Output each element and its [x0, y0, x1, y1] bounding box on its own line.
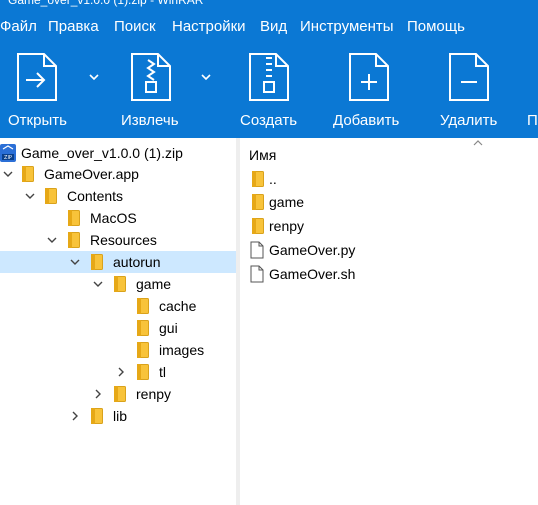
tree-item-label: Game_over_v1.0.0 (1).zip: [21, 145, 183, 161]
file-list[interactable]: Имя .. game renpy GameOver.py GameOver.s…: [240, 138, 538, 505]
folder-icon: [252, 171, 264, 187]
extract-dropdown-icon[interactable]: [200, 71, 212, 83]
file-icon: [250, 241, 264, 259]
open-label: Открыть: [8, 112, 67, 129]
toolbar: Открыть Извлечь Создать Добавить Удалить…: [0, 42, 538, 138]
tree-item-contents[interactable]: Contents: [0, 185, 236, 207]
tree-item-label: GameOver.app: [44, 166, 139, 182]
tree-item-lib[interactable]: lib: [0, 405, 236, 427]
tree-item-label: MacOS: [90, 210, 137, 226]
create-label: Создать: [240, 112, 298, 129]
menu-help[interactable]: Помощь: [407, 17, 465, 37]
folder-icon: [22, 166, 34, 182]
chevron-down-icon[interactable]: [2, 168, 14, 180]
open-archive-icon: [17, 53, 57, 101]
folder-icon: [68, 232, 80, 248]
tree-item-label: renpy: [136, 386, 172, 402]
sort-ascending-icon: [473, 140, 483, 146]
name-column-header[interactable]: Имя: [240, 138, 538, 168]
tree-item-label: cache: [159, 298, 197, 314]
tree-item-label: Resources: [90, 232, 157, 248]
menu-edit[interactable]: Правка: [48, 17, 99, 37]
tree-item-resources[interactable]: Resources: [0, 229, 236, 251]
menu-file[interactable]: Файл: [0, 17, 37, 37]
overflow-toolbar-label[interactable]: П: [527, 110, 538, 132]
list-item-label: ..: [269, 171, 277, 187]
delete-label: Удалить: [440, 112, 498, 129]
folder-icon: [137, 320, 149, 336]
extract-label: Извлечь: [121, 112, 179, 129]
list-item-game[interactable]: game: [240, 191, 538, 213]
folder-icon: [252, 194, 264, 210]
chevron-down-icon[interactable]: [92, 278, 104, 290]
folder-icon: [252, 218, 264, 234]
window-title: Game_over_v1.0.0 (1).zip - WinRAR: [8, 0, 204, 7]
folder-icon: [137, 342, 149, 358]
tree-item-label: images: [159, 342, 205, 358]
tree-item-renpy[interactable]: renpy: [0, 383, 236, 405]
list-item-label: GameOver.py: [269, 242, 356, 258]
svg-text:ZIP: ZIP: [4, 155, 12, 161]
tree-item-game[interactable]: game: [0, 273, 236, 295]
list-item-gameover-sh[interactable]: GameOver.sh: [240, 263, 538, 285]
extract-icon: [131, 53, 171, 101]
folder-icon: [137, 364, 149, 380]
folder-icon: [45, 188, 57, 204]
chevron-down-icon[interactable]: [46, 234, 58, 246]
menu-tools[interactable]: Инструменты: [300, 17, 394, 37]
add-file-icon: [349, 53, 389, 101]
tree-item-label: Contents: [67, 188, 124, 204]
folder-icon: [137, 298, 149, 314]
tree-item-label: gui: [159, 320, 178, 336]
tree-item-label: lib: [113, 408, 128, 424]
tree-item-autorun[interactable]: autorun: [0, 251, 236, 273]
tree-item-label: game: [136, 276, 172, 292]
chevron-down-icon[interactable]: [24, 190, 36, 202]
tree-item-label: tl: [159, 364, 166, 380]
list-item-renpy[interactable]: renpy: [240, 215, 538, 237]
title-bar: Game_over_v1.0.0 (1).zip - WinRAR: [0, 0, 538, 12]
menu-view[interactable]: Вид: [260, 17, 287, 37]
file-icon: [250, 265, 264, 283]
menu-settings[interactable]: Настройки: [172, 17, 246, 37]
chevron-right-icon[interactable]: [92, 388, 104, 400]
menu-bar: Файл Правка Поиск Настройки Вид Инструме…: [0, 12, 538, 42]
folder-icon: [114, 276, 126, 292]
tree-item-label: autorun: [113, 254, 161, 270]
open-dropdown-icon[interactable]: [88, 71, 100, 83]
zip-archive-icon: ZIP: [0, 144, 16, 162]
list-item-label: renpy: [269, 218, 305, 234]
column-title: Имя: [249, 147, 277, 163]
create-archive-icon: [249, 53, 289, 101]
chevron-right-icon[interactable]: [115, 366, 127, 378]
folder-tree[interactable]: ZIP Game_over_v1.0.0 (1).zip GameOver.ap…: [0, 138, 236, 505]
list-item-label: game: [269, 194, 305, 210]
menu-search[interactable]: Поиск: [114, 17, 156, 37]
folder-icon: [68, 210, 80, 226]
folder-icon: [91, 254, 103, 270]
tree-item-cache[interactable]: cache: [0, 295, 236, 317]
tree-item-macos[interactable]: MacOS: [0, 207, 236, 229]
tree-item-tl[interactable]: tl: [0, 361, 236, 383]
add-label: Добавить: [333, 112, 400, 129]
list-item-label: GameOver.sh: [269, 266, 356, 282]
delete-file-icon: [449, 53, 489, 101]
tree-item-gui[interactable]: gui: [0, 317, 236, 339]
chevron-right-icon[interactable]: [69, 410, 81, 422]
list-item-gameover-py[interactable]: GameOver.py: [240, 239, 538, 261]
folder-icon: [114, 386, 126, 402]
list-item-parent[interactable]: ..: [240, 168, 538, 190]
chevron-down-icon[interactable]: [69, 256, 81, 268]
tree-item-gameover-app[interactable]: GameOver.app: [0, 163, 236, 185]
tree-item-archive-root[interactable]: ZIP Game_over_v1.0.0 (1).zip: [0, 142, 236, 164]
folder-icon: [91, 408, 103, 424]
tree-item-images[interactable]: images: [0, 339, 236, 361]
